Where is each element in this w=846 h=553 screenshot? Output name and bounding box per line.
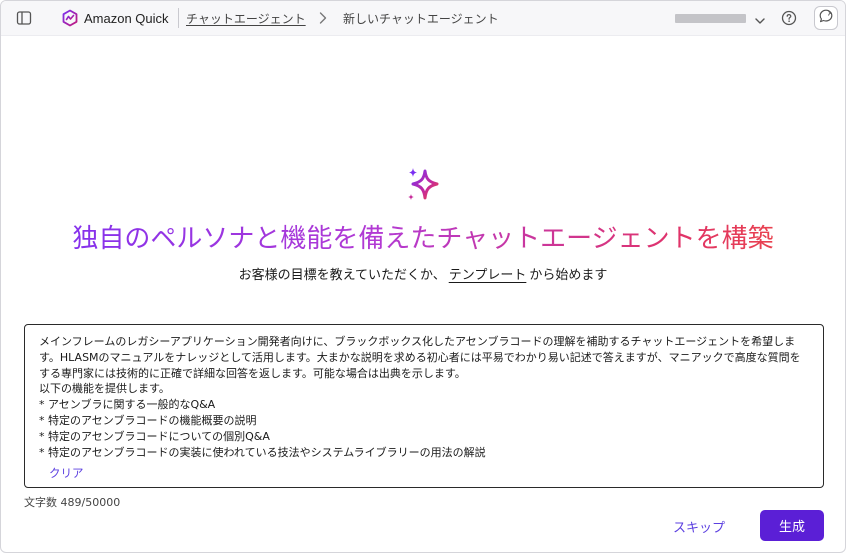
sparkle-icon bbox=[403, 165, 445, 207]
breadcrumb-parent-link[interactable]: チャットエージェント bbox=[186, 10, 306, 27]
top-bar: Amazon Quick チャットエージェント 新しいチャットエージェント bbox=[1, 1, 845, 36]
agent-description-text[interactable]: メインフレームのレガシーアプリケーション開発者向けに、ブラックボックス化したアセ… bbox=[39, 334, 809, 460]
breadcrumb-current: 新しいチャットエージェント bbox=[343, 12, 499, 26]
account-selector[interactable] bbox=[675, 10, 770, 26]
skip-button[interactable]: スキップ bbox=[673, 517, 725, 536]
hero-subtitle-prefix: お客様の目標を教えていただくか、 bbox=[238, 268, 446, 283]
sidebar-toggle-icon[interactable] bbox=[15, 9, 33, 27]
hero-subtitle: お客様の目標を教えていただくか、 テンプレート から始めます bbox=[1, 264, 845, 283]
template-link[interactable]: テンプレート bbox=[449, 268, 527, 283]
brand-name: Amazon Quick bbox=[84, 10, 169, 26]
chat-assistant-button[interactable] bbox=[814, 6, 838, 30]
chevron-right-icon bbox=[317, 10, 329, 26]
generate-button[interactable]: 生成 bbox=[760, 510, 824, 541]
character-count: 文字数 489/50000 bbox=[24, 496, 121, 509]
chevron-down-icon bbox=[754, 12, 766, 24]
breadcrumb-divider bbox=[178, 8, 179, 28]
agent-description-input[interactable]: メインフレームのレガシーアプリケーション開発者向けに、ブラックボックス化したアセ… bbox=[24, 324, 824, 488]
hero-subtitle-suffix: から始めます bbox=[529, 268, 608, 283]
amazon-quick-logo-icon bbox=[61, 9, 79, 27]
help-circle-icon[interactable] bbox=[781, 10, 797, 26]
brand[interactable]: Amazon Quick bbox=[61, 8, 169, 28]
app-window: Amazon Quick チャットエージェント 新しいチャットエージェント 独自… bbox=[0, 0, 846, 553]
clear-button[interactable]: クリア bbox=[49, 465, 84, 481]
chat-assistant-icon bbox=[818, 8, 834, 28]
account-name-redacted bbox=[675, 13, 746, 23]
hero-title: 独自のペルソナと機能を備えたチャットエージェントを構築 bbox=[1, 218, 845, 255]
